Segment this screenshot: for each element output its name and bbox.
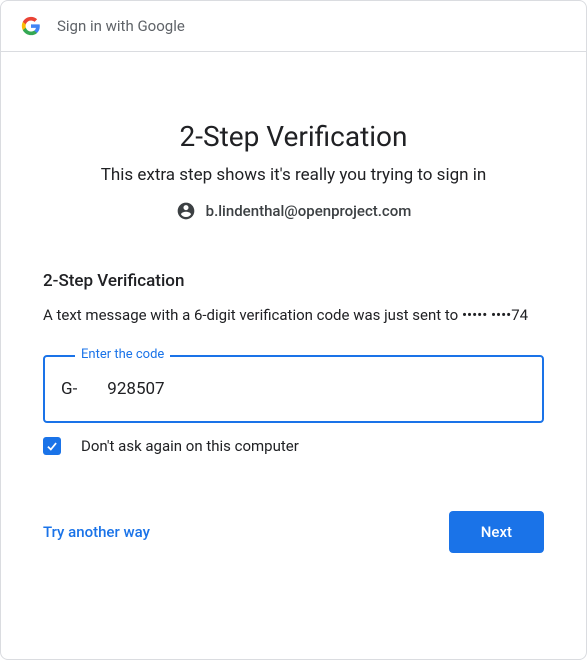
dont-ask-label: Don't ask again on this computer <box>81 437 299 455</box>
page-title: 2-Step Verification <box>43 120 544 153</box>
account-chip[interactable]: b.lindenthal@openproject.com <box>43 201 544 221</box>
google-logo-icon <box>21 16 41 36</box>
account-email: b.lindenthal@openproject.com <box>206 202 412 220</box>
verification-description: A text message with a 6-digit verificati… <box>43 305 544 327</box>
card-header: Sign in with Google <box>1 1 586 52</box>
try-another-way-button[interactable]: Try another way <box>43 523 150 541</box>
page-subtitle: This extra step shows it's really you tr… <box>43 165 544 185</box>
signin-card: Sign in with Google 2-Step Verification … <box>0 0 587 660</box>
checkmark-icon <box>45 439 59 453</box>
code-input-label: Enter the code <box>75 347 170 362</box>
next-button[interactable]: Next <box>449 511 544 553</box>
code-input-wrap[interactable]: Enter the code G- <box>43 355 544 423</box>
dont-ask-row: Don't ask again on this computer <box>43 437 544 455</box>
code-prefix: G- <box>61 379 77 399</box>
header-title: Sign in with Google <box>57 17 185 35</box>
card-body: 2-Step Verification This extra step show… <box>1 52 586 659</box>
code-input[interactable] <box>107 379 526 399</box>
verification-section-title: 2-Step Verification <box>43 271 544 291</box>
dont-ask-checkbox[interactable] <box>43 437 61 455</box>
account-circle-icon <box>176 201 196 221</box>
action-row: Try another way Next <box>43 511 544 553</box>
